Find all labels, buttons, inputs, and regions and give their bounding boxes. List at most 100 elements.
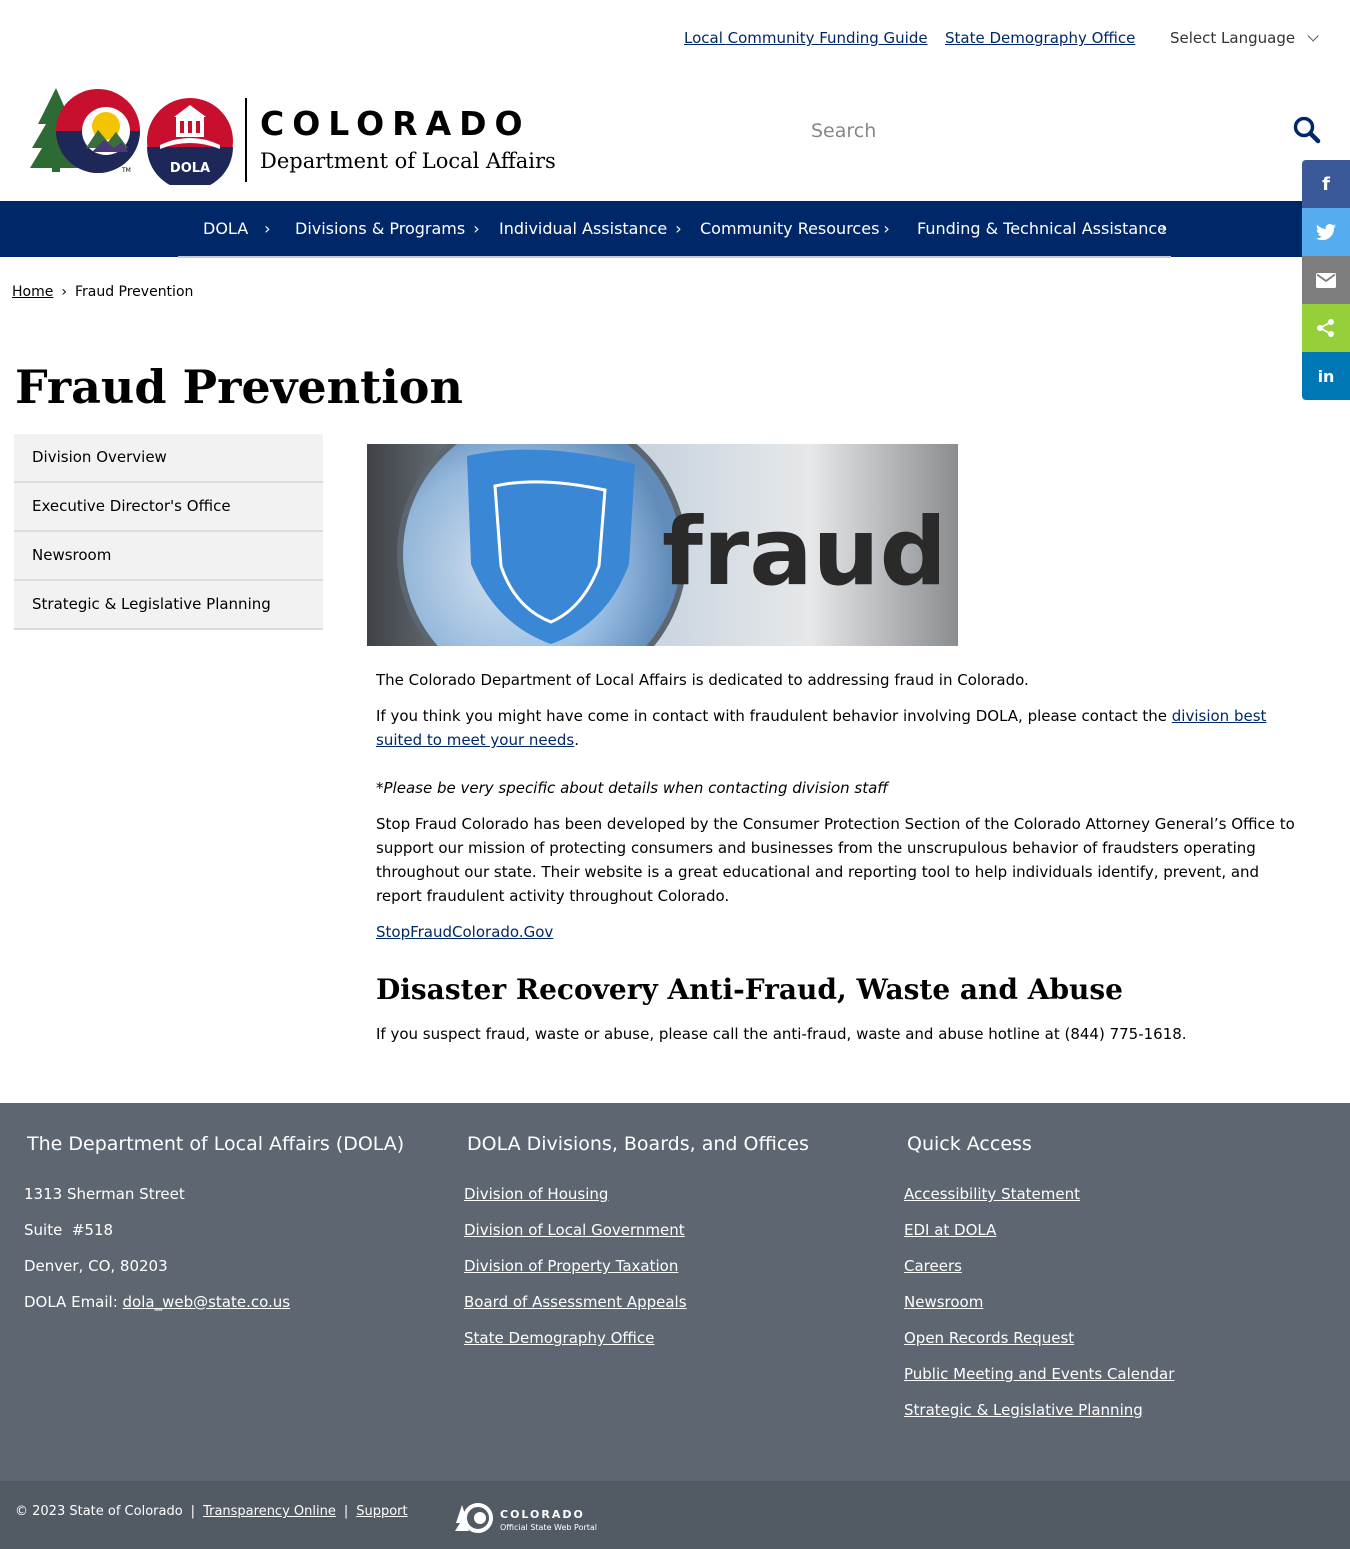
colorado-portal-logo-icon[interactable] <box>454 1503 494 1533</box>
share-email-button[interactable] <box>1302 256 1350 304</box>
contact-paragraph: If you think you might have come in cont… <box>376 704 1306 752</box>
search-icon <box>1293 116 1321 144</box>
article-body: The Colorado Department of Local Affairs… <box>376 668 1306 1058</box>
stop-fraud-paragraph: Stop Fraud Colorado has been developed b… <box>376 815 1295 905</box>
footer-dola-heading: The Department of Local Affairs (DOLA) <box>27 1133 405 1155</box>
chevron-right-icon: › <box>473 219 480 238</box>
site-header: TM DOLA COLORADO Department of Local Aff… <box>0 76 1350 201</box>
footer-link-division-of-property-taxation[interactable]: Division of Property Taxation <box>464 1257 678 1275</box>
nav-item-label: Individual Assistance <box>499 219 668 238</box>
linkedin-icon: in <box>1317 366 1335 386</box>
footer-link-state-demography-office[interactable]: State Demography Office <box>464 1329 654 1347</box>
sidebar-item-newsroom[interactable]: Newsroom <box>14 532 323 581</box>
nav-item-label: Funding & Technical Assistance <box>917 219 1167 238</box>
portal-subtitle: Official State Web Portal <box>500 1523 598 1532</box>
disaster-recovery-heading: Disaster Recovery Anti-Fraud, Waste and … <box>376 973 1123 1006</box>
breadcrumb-separator: › <box>61 284 67 300</box>
svg-text:TM: TM <box>121 167 131 174</box>
colorado-logo: TM <box>30 88 140 174</box>
stop-fraud-colorado-link[interactable]: StopFraudColorado.Gov <box>376 923 553 941</box>
dola-seal-icon: DOLA <box>147 98 233 185</box>
footer-suite: Suite #518 <box>24 1221 114 1239</box>
share-icon <box>1317 319 1334 337</box>
footer-link-edi-at-dola[interactable]: EDI at DOLA <box>904 1221 996 1239</box>
sidebar-item-executive-directors-office[interactable]: Executive Director's Office <box>14 483 323 532</box>
footer-link-strategic-legislative-planning[interactable]: Strategic & Legislative Planning <box>904 1401 1143 1419</box>
nav-item-funding-technical-assistance[interactable]: Funding & Technical Assistance› <box>917 219 1167 238</box>
separator: | <box>343 1504 349 1519</box>
brand-department-name: Department of Local Affairs <box>260 149 556 173</box>
specific-details-note: *Please be very specific about details w… <box>376 779 889 797</box>
hero-fraud-text: fraud <box>662 498 947 607</box>
chevron-right-icon: › <box>883 219 890 238</box>
nav-item-community-resources[interactable]: Community Resources › <box>700 219 890 238</box>
portal-name: COLORADO <box>500 1508 585 1521</box>
footer-street: 1313 Sherman Street <box>24 1185 185 1203</box>
breadcrumb-current: Fraud Prevention <box>74 284 194 300</box>
nav-underline <box>178 256 1171 258</box>
site-footer: The Department of Local Affairs (DOLA) 1… <box>0 1103 1350 1481</box>
site-logo[interactable]: TM DOLA COLORADO Department of Local Aff… <box>28 86 588 186</box>
nav-item-divisions-programs[interactable]: Divisions & Programs › <box>295 219 480 238</box>
footer-link-open-records-request[interactable]: Open Records Request <box>904 1329 1074 1347</box>
nav-item-individual-assistance[interactable]: Individual Assistance › <box>499 219 682 238</box>
footer-col-quick-access: Quick Access Accessibility Statement EDI… <box>904 1133 1174 1437</box>
contact-period: . <box>574 731 580 749</box>
footer-city: Denver, CO, 80203 <box>24 1257 168 1275</box>
sidebar-item-division-overview[interactable]: Division Overview <box>14 434 323 483</box>
footer-bottom-bar: © 2023 State of Colorado | Transparency … <box>0 1481 1350 1549</box>
nav-item-label: Community Resources <box>700 219 880 238</box>
footer-divisions-heading: DOLA Divisions, Boards, and Offices <box>467 1133 809 1155</box>
local-community-funding-guide-link[interactable]: Local Community Funding Guide <box>684 29 928 47</box>
intro-paragraph: The Colorado Department of Local Affairs… <box>376 671 1029 689</box>
nav-item-label: DOLA <box>203 219 249 238</box>
page-title: Fraud Prevention <box>15 360 463 414</box>
footer-quick-access-heading: Quick Access <box>907 1133 1032 1155</box>
chevron-down-icon <box>1307 30 1319 42</box>
breadcrumb-home-link[interactable]: Home <box>12 284 53 300</box>
chevron-right-icon: › <box>1160 219 1168 238</box>
chevron-right-icon: › <box>675 219 682 238</box>
stop-fraud-link-paragraph: StopFraudColorado.Gov <box>376 920 1306 944</box>
share-linkedin-button[interactable]: in <box>1302 352 1350 400</box>
share-bar: f in <box>1302 160 1350 400</box>
main-navigation: DOLA › Divisions & Programs › Individual A… <box>0 201 1350 257</box>
footer-col-dola: The Department of Local Affairs (DOLA) 1… <box>24 1133 404 1329</box>
breadcrumb: Home › Fraud Prevention <box>12 284 193 300</box>
utility-bar: Local Community Funding Guide State Demo… <box>0 0 1350 76</box>
language-select-label: Select Language <box>1170 29 1296 47</box>
footer-link-public-meeting-events-calendar[interactable]: Public Meeting and Events Calendar <box>904 1365 1174 1383</box>
footer-email-line: DOLA Email: dola_web@state.co.us <box>24 1293 404 1317</box>
language-select[interactable]: Select Language <box>1170 29 1319 47</box>
footer-link-division-of-housing[interactable]: Division of Housing <box>464 1185 608 1203</box>
search-input[interactable] <box>811 116 1271 146</box>
share-twitter-button[interactable] <box>1302 208 1350 256</box>
transparency-online-link[interactable]: Transparency Online <box>203 1504 336 1519</box>
copyright-text: © 2023 State of Colorado <box>15 1504 183 1519</box>
sidebar-item-strategic-legislative-planning[interactable]: Strategic & Legislative Planning <box>14 581 323 630</box>
support-link[interactable]: Support <box>356 1504 407 1519</box>
footer-link-board-of-assessment-appeals[interactable]: Board of Assessment Appeals <box>464 1293 687 1311</box>
hotline-paragraph: If you suspect fraud, waste or abuse, pl… <box>376 1025 1187 1043</box>
copyright-line: © 2023 State of Colorado | Transparency … <box>15 1504 408 1519</box>
state-demography-office-link[interactable]: State Demography Office <box>945 29 1135 47</box>
footer-col-divisions: DOLA Divisions, Boards, and Offices Divi… <box>464 1133 809 1365</box>
contact-text: If you think you might have come in cont… <box>376 707 1172 725</box>
separator: | <box>190 1504 196 1519</box>
footer-link-division-of-local-government[interactable]: Division of Local Government <box>464 1221 685 1239</box>
chevron-right-icon: › <box>264 219 271 238</box>
share-button[interactable] <box>1302 304 1350 352</box>
footer-email-link[interactable]: dola_web@state.co.us <box>123 1293 291 1311</box>
email-icon <box>1316 272 1336 288</box>
footer-link-newsroom[interactable]: Newsroom <box>904 1293 983 1311</box>
footer-email-label: DOLA Email: <box>24 1293 123 1311</box>
sidebar-nav: Division Overview Executive Director's O… <box>14 434 323 630</box>
share-facebook-button[interactable]: f <box>1302 160 1350 208</box>
footer-link-careers[interactable]: Careers <box>904 1257 962 1275</box>
nav-item-dola[interactable]: DOLA › <box>203 219 271 238</box>
nav-item-label: Divisions & Programs <box>295 219 466 238</box>
facebook-icon: f <box>1322 173 1330 195</box>
footer-link-accessibility-statement[interactable]: Accessibility Statement <box>904 1185 1080 1203</box>
search-button[interactable] <box>1292 115 1322 145</box>
logo-divider <box>245 98 247 182</box>
